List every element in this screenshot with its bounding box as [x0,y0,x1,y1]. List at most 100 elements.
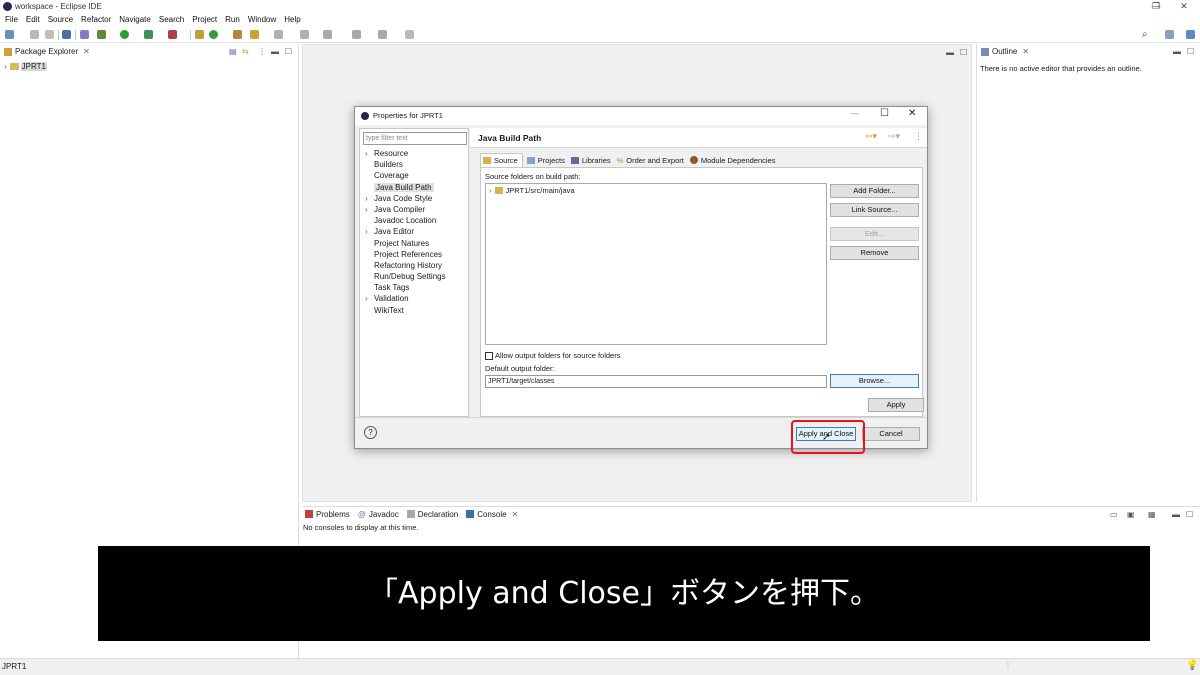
edit-button[interactable]: Edit... [830,227,919,241]
tab-declaration[interactable]: Declaration [418,510,458,519]
maximize-view-icon[interactable]: ☐ [285,47,292,56]
dialog-close-button[interactable]: ✕ [908,108,916,119]
menu-help[interactable]: Help [284,14,308,26]
nav-item-validation[interactable]: › Validation [360,293,468,304]
close-view-icon[interactable]: ✕ [1022,47,1029,56]
chevron-right-icon[interactable]: › [365,193,368,204]
tab-projects[interactable]: Projects [523,153,569,167]
nav-item-resource[interactable]: › Resource [360,148,468,159]
apply-button[interactable]: Apply [868,398,924,412]
nav-item-java-compiler[interactable]: › Java Compiler [360,204,468,215]
allow-output-folders-option[interactable]: Allow output folders for source folders [485,351,620,360]
chevron-right-icon[interactable]: › [4,62,7,71]
filter-input[interactable]: type filter text [363,132,467,145]
back-icon[interactable]: ⇦▾ [865,131,877,142]
dialog-maximize-button[interactable]: ☐ [880,108,889,119]
minimize-view-icon[interactable]: ▬ [1173,47,1181,56]
open-console-icon[interactable]: ▦ [1148,510,1156,519]
close-view-icon[interactable]: ✕ [83,47,90,56]
maximize-editor-icon[interactable]: ☐ [960,48,967,57]
tab-console[interactable]: Console [477,510,506,519]
page-menu-icon[interactable]: ⋮ [914,131,923,142]
external-tools-icon[interactable] [168,30,177,39]
nav-item-javadoc-location[interactable]: Javadoc Location [360,215,468,226]
nav-item-refactoring-history[interactable]: Refactoring History [360,260,468,271]
help-icon[interactable]: ? [364,426,377,439]
nav-item-run-debug-settings[interactable]: Run/Debug Settings [360,271,468,282]
remove-button[interactable]: Remove [830,246,919,260]
cancel-button[interactable]: Cancel [862,427,920,441]
pin-editor-icon[interactable] [405,30,414,39]
collapse-all-icon[interactable]: ▤ [229,47,237,56]
menu-edit[interactable]: Edit [26,14,48,26]
add-folder-button[interactable]: Add Folder... [830,184,919,198]
pin-console-icon[interactable]: ▭ [1110,510,1118,519]
maximize-button[interactable]: ❐ [1142,0,1170,13]
previous-annotation-icon[interactable] [300,30,309,39]
nav-item-java-build-path[interactable]: Java Build Path [360,182,468,193]
chevron-right-icon[interactable]: › [365,204,368,215]
back-icon[interactable] [352,30,361,39]
tab-problems[interactable]: Problems [316,510,350,519]
maximize-view-icon[interactable]: ☐ [1187,47,1194,56]
save-icon[interactable] [30,30,39,39]
java-perspective-icon[interactable] [1186,30,1195,39]
debug-icon[interactable] [97,30,106,39]
menu-run[interactable]: Run [225,14,248,26]
menu-project[interactable]: Project [192,14,225,26]
menu-source[interactable]: Source [48,14,81,26]
minimize-view-icon[interactable]: ▬ [1172,510,1180,519]
new-java-package-icon[interactable] [195,30,204,39]
nav-item-coverage[interactable]: Coverage [360,170,468,181]
tree-item-project[interactable]: › JPRT1 [4,62,47,71]
save-all-icon[interactable] [45,30,54,39]
skip-breakpoints-icon[interactable] [80,30,89,39]
minimize-view-icon[interactable]: ▬ [271,47,279,56]
search-icon[interactable]: ⌕ [1142,29,1148,40]
nav-item-wikitext[interactable]: WikiText [360,305,468,316]
minimize-editor-icon[interactable]: ▬ [946,48,954,57]
run-icon[interactable] [120,30,129,39]
open-type-icon[interactable] [233,30,242,39]
open-perspective-icon[interactable] [1165,30,1174,39]
menu-refactor[interactable]: Refactor [81,14,119,26]
package-explorer-tab[interactable]: Package Explorer ✕ [0,44,298,59]
maximize-view-icon[interactable]: ☐ [1186,510,1193,519]
close-view-icon[interactable]: ✕ [512,510,519,519]
tab-source[interactable]: Source [480,153,523,167]
menu-window[interactable]: Window [248,14,284,26]
allow-output-checkbox[interactable] [485,351,493,360]
view-menu-icon[interactable]: ⋮ [258,47,266,56]
close-button[interactable]: ✕ [1170,0,1198,13]
tab-order-and-export[interactable]: % Order and Export [615,153,688,167]
coverage-icon[interactable] [144,30,153,39]
source-folders-list[interactable]: › JPRT1/src/main/java [485,183,827,345]
terminal-icon[interactable] [62,30,71,39]
menu-search[interactable]: Search [159,14,192,26]
nav-item-project-references[interactable]: Project References [360,249,468,260]
link-editor-icon[interactable]: ⇆ [242,47,249,56]
new-icon[interactable] [5,30,14,39]
link-source-button[interactable]: Link Source... [830,203,919,217]
forward-icon[interactable] [378,30,387,39]
browse-button[interactable]: Browse... [830,374,919,388]
nav-item-builders[interactable]: Builders [360,159,468,170]
dialog-minimize-button[interactable]: — [850,108,859,118]
nav-item-task-tags[interactable]: Task Tags [360,282,468,293]
display-console-icon[interactable]: ▣ [1127,510,1135,519]
source-folder-item[interactable]: › JPRT1/src/main/java [489,186,575,195]
outline-tab[interactable]: Outline ✕ [977,44,1200,59]
tip-icon[interactable]: 💡 [1186,660,1198,671]
default-output-field[interactable]: JPRT1/target/classes [485,375,827,388]
last-edit-icon[interactable] [323,30,332,39]
tab-javadoc[interactable]: Javadoc [369,510,399,519]
new-java-class-icon[interactable] [209,30,218,39]
next-annotation-icon[interactable] [274,30,283,39]
forward-icon[interactable]: ⇨▾ [888,131,900,142]
nav-item-project-natures[interactable]: Project Natures [360,238,468,249]
nav-item-java-editor[interactable]: › Java Editor [360,226,468,237]
chevron-right-icon[interactable]: › [365,226,368,237]
search-task-icon[interactable] [250,30,259,39]
chevron-right-icon[interactable]: › [365,293,368,304]
tab-libraries[interactable]: Libraries [569,153,615,167]
